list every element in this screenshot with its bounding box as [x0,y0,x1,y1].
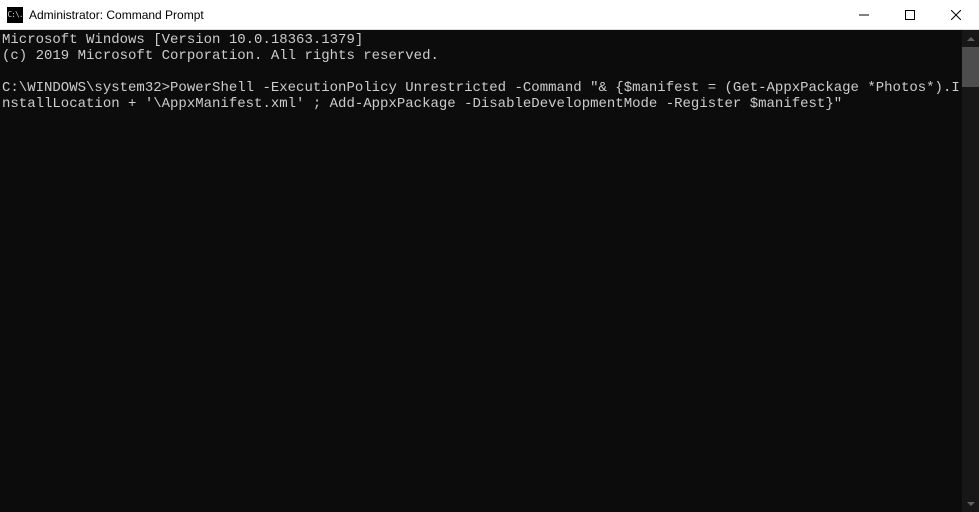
cmd-icon: C:\. [7,7,23,23]
prompt-path: C:\WINDOWS\system32> [2,80,170,96]
scroll-down-arrow-icon[interactable] [962,495,979,512]
version-line: Microsoft Windows [Version 10.0.18363.13… [2,32,363,48]
terminal-output[interactable]: Microsoft Windows [Version 10.0.18363.13… [0,30,962,512]
minimize-button[interactable] [841,0,887,30]
window-title: Administrator: Command Prompt [29,8,841,22]
scroll-up-arrow-icon[interactable] [962,30,979,47]
close-button[interactable] [933,0,979,30]
window-titlebar[interactable]: C:\. Administrator: Command Prompt [0,0,979,30]
close-icon [951,10,961,20]
window-controls [841,0,979,29]
maximize-icon [905,10,915,20]
maximize-button[interactable] [887,0,933,30]
scrollbar-thumb[interactable] [962,47,979,87]
copyright-line: (c) 2019 Microsoft Corporation. All righ… [2,48,439,64]
vertical-scrollbar[interactable] [962,30,979,512]
minimize-icon [859,10,869,20]
terminal-area: Microsoft Windows [Version 10.0.18363.13… [0,30,979,512]
